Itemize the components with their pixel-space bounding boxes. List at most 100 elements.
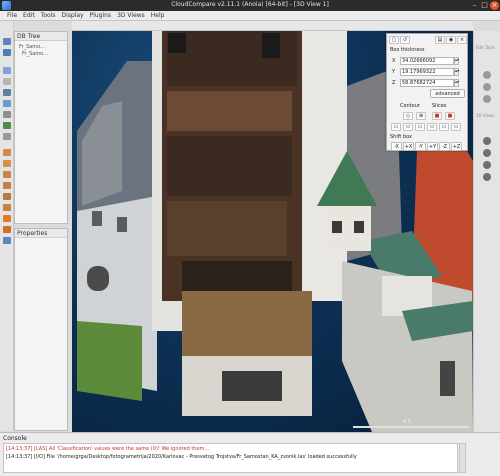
translate-rotate-icon[interactable] <box>3 89 11 96</box>
menu-tools[interactable]: Tools <box>38 11 59 21</box>
clip-export-icon[interactable]: ▤ <box>435 36 445 44</box>
compute-distances-icon[interactable] <box>3 204 11 211</box>
box-thickness-label: Box thickness <box>390 47 425 53</box>
x-thickness-input[interactable]: 34.02666092 <box>400 57 454 65</box>
left-arch-window <box>87 266 109 291</box>
view-front-icon[interactable]: ▭ <box>415 123 425 131</box>
db-tree-icon[interactable] <box>3 67 11 74</box>
left-ground <box>77 321 142 401</box>
right-toolbar: Edit Tools 3D Views <box>473 31 500 432</box>
export-multiple-slices-icon[interactable]: ■ <box>445 112 455 120</box>
extract-contour-icon[interactable]: ◇ <box>403 112 413 120</box>
shift-minus-y-button[interactable]: -Y <box>415 142 426 151</box>
console-line-2: [14:13:37] [I/O] File '/home/grga/Deskto… <box>6 454 357 460</box>
shift-plus-y-button[interactable]: +Y <box>427 142 438 151</box>
x-label: X <box>392 58 396 64</box>
x-thickness-row: X 34.02666092 ▴▾ <box>392 57 464 65</box>
shift-box-label: Shift box <box>390 134 412 140</box>
y-thickness-row: Y 19.17969322 ▴▾ <box>392 68 464 76</box>
clipping-box-icon[interactable] <box>3 122 11 129</box>
menu-edit[interactable]: Edit <box>20 11 38 21</box>
view-perspective-icon[interactable] <box>483 161 491 169</box>
zoom-icon[interactable] <box>3 133 11 140</box>
tool-icon-2[interactable] <box>483 83 491 91</box>
clip-reset-icon[interactable]: ↺ <box>400 36 410 44</box>
basement-objects <box>222 371 282 401</box>
z-label: Z <box>392 80 396 86</box>
minimize-icon[interactable]: – <box>470 1 479 10</box>
scalar-field-icon[interactable] <box>3 160 11 167</box>
view-left-icon[interactable]: ▭ <box>439 123 449 131</box>
menu-3d-views[interactable]: 3D Views <box>114 11 148 21</box>
clip-settings-icon[interactable]: ◉ <box>446 36 456 44</box>
properties-icon[interactable] <box>3 78 11 85</box>
point-picking-icon[interactable] <box>3 111 11 118</box>
subsample-icon[interactable] <box>3 149 11 156</box>
console-title: Console <box>3 435 27 442</box>
save-icon[interactable] <box>3 49 11 56</box>
tool-icon-3[interactable] <box>483 95 491 103</box>
console-scrollbar[interactable] <box>459 443 466 473</box>
interior-floor-3 <box>167 136 292 196</box>
scale-value: 4.5 <box>403 419 411 425</box>
close-icon[interactable]: × <box>490 1 499 10</box>
properties-title: Properties <box>15 229 67 238</box>
db-tree-panel: DB Tree Fr_Samo... Fr_Samo... <box>14 31 68 224</box>
shift-plus-x-button[interactable]: +X <box>403 142 414 151</box>
x-spinner-icon[interactable]: ▴▾ <box>454 57 459 65</box>
view-back-icon[interactable]: ▭ <box>427 123 437 131</box>
menu-file[interactable]: File <box>4 11 20 21</box>
tower-window-left <box>168 33 186 53</box>
view-right-icon[interactable]: ▭ <box>451 123 461 131</box>
left-window-2 <box>117 217 127 232</box>
maximize-icon[interactable]: □ <box>480 1 489 10</box>
clip-toggle-icon[interactable]: ▢ <box>389 36 399 44</box>
shift-plus-z-button[interactable]: +Z <box>451 142 462 151</box>
console-line-1: [14:13:37] [LAS] All 'Classification' va… <box>6 446 210 452</box>
mesh-icon[interactable] <box>3 171 11 178</box>
y-thickness-input[interactable]: 19.17969322 <box>400 68 454 76</box>
tree-item-2[interactable]: Fr_Samo... <box>22 51 48 57</box>
view-front-side-icon[interactable] <box>483 137 491 145</box>
tower-window-right <box>262 33 280 58</box>
left-toolbar <box>0 21 14 431</box>
advanced-button[interactable]: advanced <box>430 89 465 98</box>
open-file-icon[interactable] <box>3 38 11 45</box>
clipping-box-dialog: ▢ ↺ ▤ ◉ × Box thickness X 34.02666092 ▴▾… <box>386 33 468 151</box>
view-iso-icon[interactable] <box>483 149 491 157</box>
shift-minus-x-button[interactable]: -X <box>391 142 402 151</box>
interior-floor-2 <box>167 91 292 131</box>
left-window-1 <box>92 211 102 226</box>
slices-label: Slices <box>432 103 447 109</box>
z-thickness-input[interactable]: 58.87682724 <box>400 79 454 87</box>
menu-plugins[interactable]: Plugins <box>87 11 115 21</box>
lower-room <box>182 291 312 356</box>
view-top-icon[interactable]: ▭ <box>391 123 401 131</box>
db-tree-title: DB Tree <box>15 32 67 41</box>
menu-help[interactable]: Help <box>148 11 168 21</box>
3d-views-label: 3D Views <box>476 113 495 118</box>
contour-options-icon[interactable]: ⊕ <box>416 112 426 120</box>
z-spinner-icon[interactable]: ▴▾ <box>454 79 459 87</box>
turret-window-2 <box>354 221 364 233</box>
segment-icon[interactable] <box>3 100 11 107</box>
view-zoom-fit-icon[interactable] <box>483 173 491 181</box>
interior-floor-4 <box>167 201 287 256</box>
clip-close-icon[interactable]: × <box>457 36 467 44</box>
registration-icon[interactable] <box>3 226 11 233</box>
console-panel: Console [14:13:37] [LAS] All 'Classifica… <box>0 432 500 476</box>
y-spinner-icon[interactable]: ▴▾ <box>454 68 459 76</box>
octree-icon[interactable] <box>3 215 11 222</box>
console-toggle-icon[interactable] <box>3 237 11 244</box>
export-slice-icon[interactable]: ■ <box>432 112 442 120</box>
tree-item-1[interactable]: Fr_Samo... <box>19 44 45 50</box>
menu-display[interactable]: Display <box>58 11 86 21</box>
tool-icon-1[interactable] <box>483 71 491 79</box>
sample-points-icon[interactable] <box>3 193 11 200</box>
shift-minus-z-button[interactable]: -Z <box>439 142 450 151</box>
view-bottom-icon[interactable]: ▭ <box>403 123 413 131</box>
edit-tools-label: Edit Tools <box>476 45 495 50</box>
normals-icon[interactable] <box>3 182 11 189</box>
console-log[interactable]: [14:13:37] [LAS] All 'Classification' va… <box>3 443 458 473</box>
scale-bar: 4.5 <box>353 419 469 428</box>
